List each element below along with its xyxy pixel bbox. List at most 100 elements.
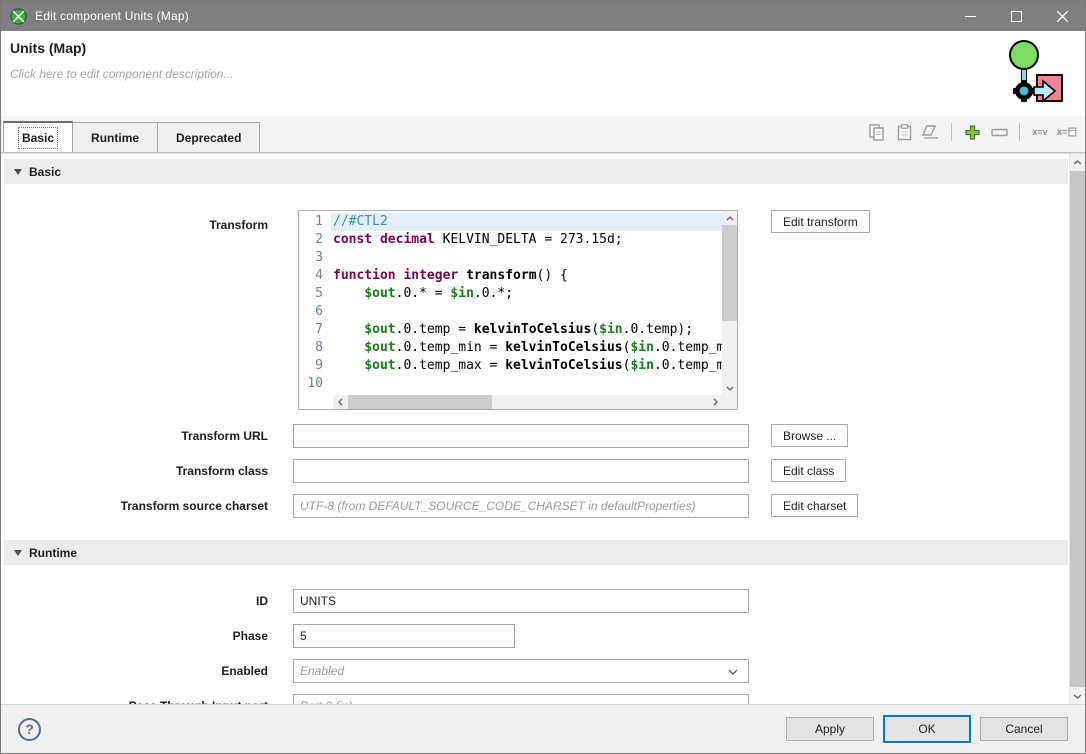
- editor-gutter-corner: [299, 395, 333, 409]
- line-number: 1: [299, 213, 331, 231]
- component-header: Units (Map) Click here to edit component…: [1, 31, 1085, 116]
- line-number: 4: [299, 267, 331, 285]
- line-number: 3: [299, 249, 331, 267]
- scrollbar-thumb[interactable]: [1070, 171, 1085, 687]
- apply-button[interactable]: Apply: [786, 717, 874, 741]
- code-text: $out.0.temp = kelvinToCelsius($in.0.temp…: [331, 321, 722, 339]
- dialog-footer: ? Apply OK Cancel: [1, 704, 1085, 753]
- pass-through-input-port-label: Pass Through Input port: [2, 694, 293, 704]
- editor-scrollbar-corner: [722, 395, 737, 409]
- enabled-label: Enabled: [2, 659, 293, 683]
- toolbar-separator: [951, 123, 952, 141]
- code-text: $out.0.* = $in.0.*;: [331, 285, 722, 303]
- id-input[interactable]: [293, 589, 749, 613]
- transform-code-editor[interactable]: 1//#CTL22const decimal KELVIN_DELTA = 27…: [298, 210, 738, 410]
- code-line[interactable]: 8 $out.0.temp_min = kelvinToCelsius($in.…: [299, 339, 722, 357]
- maximize-button[interactable]: [993, 1, 1039, 31]
- component-description-placeholder[interactable]: Click here to edit component description…: [1, 56, 1085, 81]
- code-text: //#CTL2: [331, 213, 722, 231]
- transform-label: Transform: [2, 210, 293, 240]
- code-line[interactable]: 5 $out.0.* = $in.0.*;: [299, 285, 722, 303]
- edit-component-dialog: Edit component Units (Map) Units (Map) C…: [0, 0, 1086, 754]
- tab-bar: Basic Runtime Deprecated x=v x=: [1, 116, 1085, 153]
- line-number: 2: [299, 231, 331, 249]
- eraser-icon[interactable]: [921, 122, 941, 142]
- tab-label: Basic: [22, 131, 54, 145]
- minimize-button[interactable]: [947, 1, 993, 31]
- charset-label: Transform source charset: [2, 494, 293, 518]
- enabled-combobox[interactable]: Enabled: [293, 659, 749, 683]
- edit-charset-button[interactable]: Edit charset: [771, 494, 858, 517]
- pass-through-input-port-combobox[interactable]: Port 0 (in): [293, 694, 749, 704]
- code-text: $out.0.temp_max = kelvinToCelsius($in.0.…: [331, 357, 722, 375]
- section-runtime[interactable]: Runtime: [4, 540, 1068, 565]
- tab-label: Deprecated: [176, 131, 241, 145]
- code-line[interactable]: 2const decimal KELVIN_DELTA = 273.15d;: [299, 231, 722, 249]
- map-component-icon: [997, 39, 1063, 109]
- line-number: 8: [299, 339, 331, 357]
- line-number: 6: [299, 303, 331, 321]
- scroll-up-icon[interactable]: [1070, 154, 1085, 170]
- code-text: [331, 249, 722, 267]
- code-text: [331, 303, 722, 321]
- line-number: 5: [299, 285, 331, 303]
- code-line[interactable]: 3: [299, 249, 722, 267]
- charset-input[interactable]: [293, 494, 749, 518]
- code-line[interactable]: 9 $out.0.temp_max = kelvinToCelsius($in.…: [299, 357, 722, 375]
- editor-vertical-scrollbar[interactable]: [722, 211, 737, 395]
- edit-class-button[interactable]: Edit class: [771, 459, 846, 482]
- transform-class-label: Transform class: [2, 459, 293, 483]
- code-line[interactable]: 1//#CTL2: [299, 213, 722, 231]
- line-number: 10: [299, 375, 331, 393]
- tab-deprecated[interactable]: Deprecated: [157, 122, 260, 152]
- component-title: Units (Map): [1, 31, 1085, 56]
- add-icon[interactable]: [962, 122, 982, 142]
- code-text: function integer transform() {: [331, 267, 722, 285]
- scroll-left-icon[interactable]: [333, 395, 347, 409]
- code-line[interactable]: 7 $out.0.temp = kelvinToCelsius($in.0.te…: [299, 321, 722, 339]
- code-text: $out.0.temp_min = kelvinToCelsius($in.0.…: [331, 339, 722, 357]
- tab-runtime[interactable]: Runtime: [72, 122, 158, 152]
- toolbar-separator: [1019, 123, 1020, 141]
- properties-panel: Basic Transform 1//#CTL22const decimal K…: [1, 153, 1085, 704]
- code-line[interactable]: 6: [299, 303, 722, 321]
- code-text: [331, 375, 722, 393]
- panel-vertical-scrollbar[interactable]: [1069, 154, 1085, 704]
- line-number: 9: [299, 357, 331, 375]
- browse-button[interactable]: Browse ...: [771, 424, 848, 447]
- paste-icon[interactable]: [894, 122, 914, 142]
- scroll-right-icon[interactable]: [708, 395, 722, 409]
- code-line[interactable]: 10: [299, 375, 722, 393]
- help-icon[interactable]: ?: [18, 718, 41, 741]
- id-label: ID: [2, 589, 293, 613]
- section-basic[interactable]: Basic: [4, 159, 1068, 184]
- editor-horizontal-scrollbar[interactable]: [333, 395, 722, 409]
- scroll-up-icon[interactable]: [722, 211, 737, 225]
- ok-button[interactable]: OK: [883, 715, 971, 743]
- scroll-down-icon[interactable]: [722, 381, 737, 395]
- transform-url-label: Transform URL: [2, 424, 293, 448]
- titlebar: Edit component Units (Map): [1, 1, 1085, 31]
- tab-label: Runtime: [91, 131, 139, 145]
- code-text: const decimal KELVIN_DELTA = 273.15d;: [331, 231, 722, 249]
- simple-value-icon[interactable]: x=v: [1030, 122, 1050, 142]
- scrollbar-thumb[interactable]: [348, 395, 492, 409]
- scrollbar-thumb[interactable]: [722, 225, 737, 321]
- edit-value-icon[interactable]: x=: [1057, 122, 1077, 142]
- gear-icon: [1013, 80, 1036, 103]
- remove-icon[interactable]: [989, 122, 1009, 142]
- cancel-button[interactable]: Cancel: [980, 717, 1068, 741]
- code-line[interactable]: 4function integer transform() {: [299, 267, 722, 285]
- clover-app-icon: [10, 8, 27, 25]
- copy-icon[interactable]: [867, 122, 887, 142]
- chevron-down-icon: [728, 697, 742, 704]
- phase-input[interactable]: [293, 624, 515, 648]
- collapse-arrow-icon: [14, 169, 22, 175]
- close-button[interactable]: [1039, 1, 1085, 31]
- chevron-down-icon: [728, 662, 742, 680]
- transform-class-input[interactable]: [293, 459, 749, 483]
- transform-url-input[interactable]: [293, 424, 749, 448]
- scroll-down-icon[interactable]: [1070, 688, 1085, 704]
- tab-basic[interactable]: Basic: [3, 121, 73, 152]
- edit-transform-button[interactable]: Edit transform: [771, 210, 870, 233]
